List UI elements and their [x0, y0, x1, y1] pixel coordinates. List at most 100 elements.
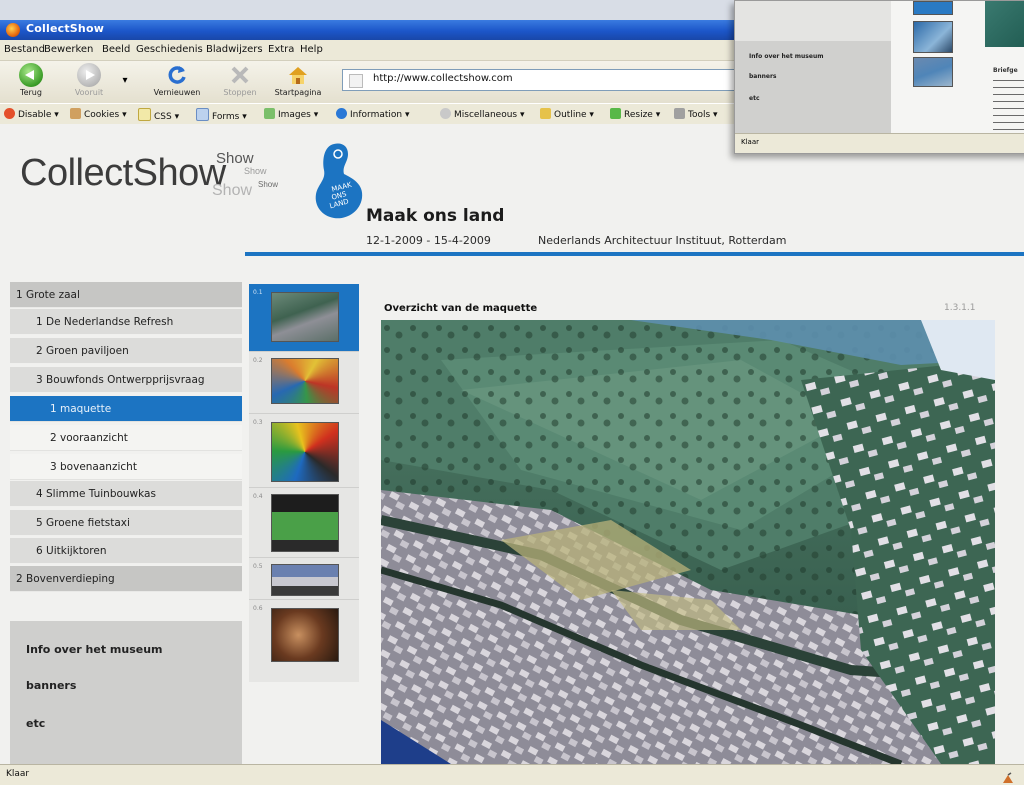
dev-tools[interactable]: Tools ▾	[674, 108, 718, 120]
page-content: CollectShow Show Show Show Show MAAK ONS…	[0, 124, 1024, 764]
tools-icon	[674, 108, 685, 119]
thumbnail-image	[271, 564, 339, 596]
info-museum-link[interactable]: Info over het museum	[26, 643, 163, 656]
thumbnail[interactable]: 0.1	[249, 284, 359, 352]
nav-item-bovenverdieping[interactable]: 2 Bovenverdieping	[10, 566, 242, 592]
outline-pencil-icon	[540, 108, 551, 119]
disable-icon	[4, 108, 15, 119]
reload-icon	[165, 63, 189, 87]
home-button[interactable]: Startpagina	[268, 63, 328, 97]
css-icon	[138, 108, 151, 121]
logo-show-word: Show	[216, 150, 254, 167]
dev-miscellaneous[interactable]: Miscellaneous ▾	[440, 108, 525, 120]
reload-button[interactable]: Vernieuwen	[142, 63, 212, 97]
dev-forms[interactable]: Forms ▾	[196, 108, 247, 122]
inset-thumbnail[interactable]	[913, 57, 953, 87]
event-location: Nederlands Architectuur Instituut, Rotte…	[538, 234, 787, 247]
address-url: http://www.collectshow.com	[373, 73, 513, 84]
menu-beeld[interactable]: Beeld	[102, 44, 130, 55]
nav-item-bouwfonds[interactable]: 3 Bouwfonds Ontwerpprijsvraag	[10, 367, 242, 393]
back-button[interactable]: Terug	[6, 63, 56, 97]
thumbnail[interactable]: 0.5	[249, 558, 359, 600]
stop-label: Stoppen	[223, 88, 257, 97]
dev-css[interactable]: CSS ▾	[138, 108, 179, 122]
inset-text-heading: Briefge	[993, 67, 1018, 74]
miscellaneous-icon	[440, 108, 451, 119]
status-bar: Klaar	[0, 764, 1024, 785]
information-icon	[336, 108, 347, 119]
dev-resize[interactable]: Resize ▾	[610, 108, 660, 120]
nav-item-nederlandse-refresh[interactable]: 1 De Nederlandse Refresh	[10, 309, 242, 335]
thumbnail-image	[271, 292, 339, 342]
status-text: Klaar	[6, 769, 30, 779]
menu-extra[interactable]: Extra	[268, 44, 294, 55]
address-bar[interactable]: http://www.collectshow.com	[342, 69, 764, 91]
nav-item-groene-fietstaxi[interactable]: 5 Groene fietstaxi	[10, 510, 242, 536]
status-extension-icon	[1002, 769, 1014, 783]
nav-item-bovenaanzicht[interactable]: 3 bovenaanzicht	[10, 454, 242, 480]
collectshow-logo[interactable]: CollectShow	[20, 152, 226, 195]
thumbnail[interactable]: 0.6	[249, 600, 359, 682]
header-divider	[245, 252, 1024, 256]
nav-item-vooraanzicht[interactable]: 2 vooraanzicht	[10, 425, 242, 451]
info-panel: Info over het museum banners etc	[10, 621, 242, 764]
photo-title: Overzicht van de maquette	[384, 303, 538, 314]
nav-item-slimme-tuinbouwkas[interactable]: 4 Slimme Tuinbouwkas	[10, 481, 242, 507]
back-label: Terug	[20, 88, 42, 97]
main-photo-maquette[interactable]	[379, 320, 996, 764]
inset-info-museum-link[interactable]: Info over het museum	[749, 53, 823, 60]
inset-text-lines	[993, 77, 1024, 131]
banners-link[interactable]: banners	[26, 679, 76, 692]
forms-icon	[196, 108, 209, 121]
thumbnail-strip: 0.1 0.2 0.3 0.4 0.5 0.6	[249, 284, 359, 682]
images-icon	[264, 108, 275, 119]
inset-banners-link[interactable]: banners	[749, 73, 777, 80]
inset-browser-window: Info over het museum banners etc Briefge…	[734, 0, 1024, 154]
forward-arrow-icon	[77, 63, 101, 87]
page-favicon-icon	[349, 74, 363, 88]
nav-item-grote-zaal[interactable]: 1 Grote zaal	[10, 282, 242, 308]
dev-outline[interactable]: Outline ▾	[540, 108, 594, 120]
logo-show-word: Show	[212, 182, 253, 199]
event-title: Maak ons land	[366, 206, 505, 226]
stop-button[interactable]: Stoppen	[212, 63, 268, 97]
inset-status-text: Klaar	[741, 138, 759, 146]
nav-item-groen-paviljoen[interactable]: 2 Groen paviljoen	[10, 338, 242, 364]
nav-item-uitkijktoren[interactable]: 6 Uitkijktoren	[10, 538, 242, 564]
menu-bladwijzers[interactable]: Bladwijzers	[206, 44, 263, 55]
menu-geschiedenis[interactable]: Geschiedenis	[136, 44, 203, 55]
thumbnail[interactable]: 0.3	[249, 414, 359, 488]
dev-disable[interactable]: Disable ▾	[4, 108, 59, 120]
inset-etc-link[interactable]: etc	[749, 95, 760, 102]
inset-photo	[985, 1, 1024, 47]
dev-cookies[interactable]: Cookies ▾	[70, 108, 127, 120]
resize-icon	[610, 108, 621, 119]
stop-icon	[228, 63, 252, 87]
home-label: Startpagina	[274, 88, 322, 97]
etc-link[interactable]: etc	[26, 717, 45, 730]
reload-label: Vernieuwen	[153, 88, 201, 97]
dev-images[interactable]: Images ▾	[264, 108, 318, 120]
inset-info-panel: Info over het museum banners etc	[735, 41, 891, 133]
forward-button[interactable]: Vooruit	[64, 63, 114, 97]
thumbnail-image	[271, 494, 339, 552]
inset-thumbnail[interactable]	[913, 1, 953, 15]
dev-information[interactable]: Information ▾	[336, 108, 410, 120]
thumbnail[interactable]: 0.2	[249, 352, 359, 414]
maak-ons-land-logo: MAAK ONS LAND	[312, 140, 366, 224]
inset-thumbnail[interactable]	[913, 21, 953, 53]
home-icon	[286, 63, 310, 87]
thumbnail-image	[271, 608, 339, 662]
nav-item-maquette[interactable]: 1 maquette	[10, 396, 242, 422]
thumbnail-image	[271, 358, 339, 404]
firefox-icon	[6, 23, 20, 37]
menu-help[interactable]: Help	[300, 44, 323, 55]
history-dropdown[interactable]: ▾	[120, 75, 130, 86]
thumbnail-image	[271, 422, 339, 482]
logo-show-word: Show	[244, 166, 267, 176]
menu-bewerken[interactable]: Bewerken	[44, 44, 93, 55]
menu-bestand[interactable]: Bestand	[4, 44, 45, 55]
thumbnail[interactable]: 0.4	[249, 488, 359, 558]
photo-code: 1.3.1.1	[944, 303, 976, 313]
inset-status-bar: Klaar	[735, 133, 1024, 153]
